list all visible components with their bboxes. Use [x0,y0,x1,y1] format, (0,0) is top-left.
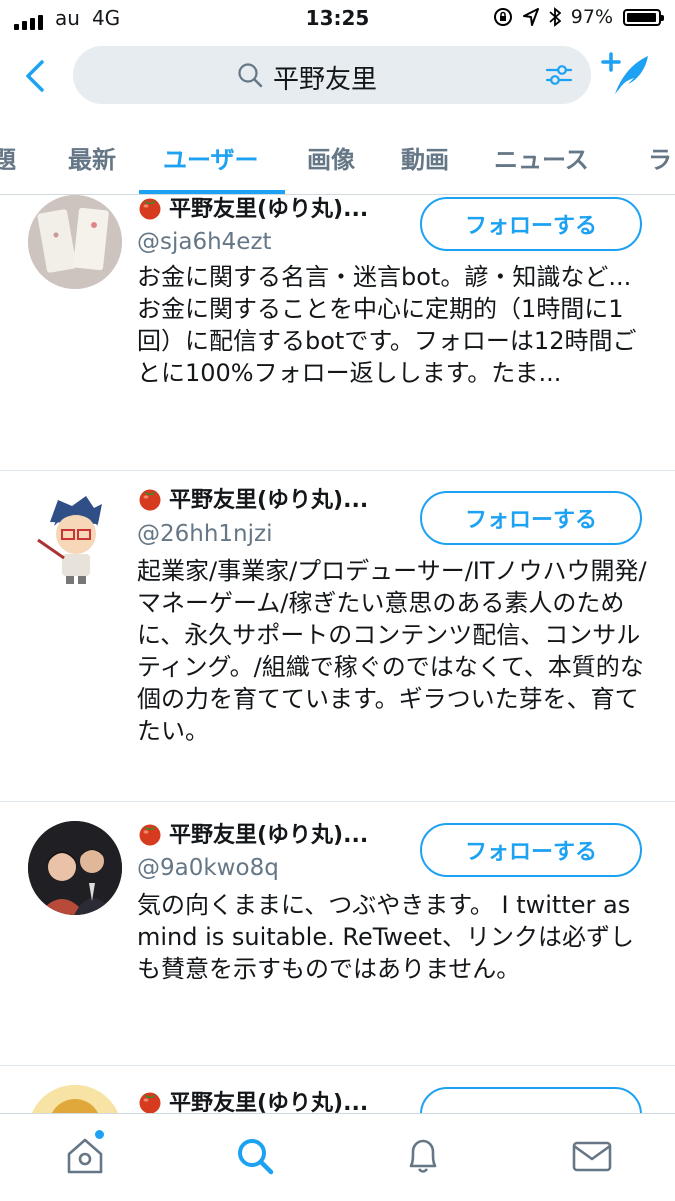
follow-button[interactable]: フォローする [420,197,642,251]
user-result-row[interactable]: 平野友里(ゆり丸)... @9a0kwo8q フォローする 気の向くままに、つぶ… [0,801,675,1066]
follow-button[interactable]: フォローする [420,823,642,877]
battery-percent: 97% [570,6,613,28]
avatar[interactable] [28,195,122,289]
user-display-name: 平野友里(ゆり丸)... [169,488,369,513]
tab-news[interactable]: ニュース [494,140,589,175]
tomato-emoji-icon [139,198,161,220]
user-handle: @sja6h4ezt [137,229,272,255]
avatar-image [37,496,102,584]
search-icon [238,1139,274,1175]
avatar[interactable] [28,492,122,586]
compose-quill-icon [601,52,648,94]
chevron-left-icon [26,60,44,92]
avatar-image [28,1085,122,1113]
search-icon [238,63,263,88]
tab-live[interactable]: ラ [648,140,672,175]
user-display-name: 平野友里(ゆり丸)... [169,1091,369,1113]
search-tab[interactable] [233,1134,277,1178]
tomato-emoji-icon [139,824,161,846]
tab-videos[interactable]: 動画 [401,140,449,175]
follow-button[interactable] [420,1087,642,1113]
search-header: 平野友里 [0,36,675,116]
avatar[interactable] [28,1085,122,1113]
home-icon [67,1138,103,1174]
tab-users[interactable]: ユーザー [163,140,259,175]
bottom-tab-bar [0,1113,675,1201]
tab-latest[interactable]: 最新 [68,140,116,175]
user-result-row[interactable]: 平野友里(ゆり丸)... @26hh1njzi フォローする 起業家/事業家/プ… [0,470,675,802]
active-tab-indicator [139,190,285,194]
back-button[interactable] [18,54,54,98]
avatar-image [28,195,122,289]
bell-icon [409,1139,437,1173]
follow-button[interactable]: フォローする [420,491,642,545]
search-input[interactable]: 平野友里 [73,46,591,104]
search-query[interactable]: 平野友里 [273,59,377,96]
tomato-emoji-icon [139,1092,161,1113]
mail-icon [572,1141,612,1172]
user-handle: @9a0kwo8q [137,855,279,881]
battery-icon [623,8,664,26]
notifications-tab[interactable] [401,1134,445,1178]
user-handle: @26hh1njzi [137,521,273,547]
avatar-image [28,821,122,915]
filter-sliders-icon[interactable] [545,61,573,89]
location-icon [522,8,539,26]
user-result-row[interactable]: 平野友里(ゆり丸)... @sja6h4ezt フォローする お金に関する名言・… [0,195,675,471]
home-tab[interactable] [63,1134,107,1178]
tomato-emoji-icon [139,489,161,511]
user-result-row[interactable]: 平野友里(ゆり丸)... [0,1065,675,1113]
messages-tab[interactable] [570,1134,614,1178]
user-results-list: 平野友里(ゆり丸)... @sja6h4ezt フォローする お金に関する名言・… [0,195,675,1113]
tab-images[interactable]: 画像 [307,140,355,175]
user-display-name: 平野友里(ゆり丸)... [169,823,369,848]
status-bar: au 4G 13:25 97% [0,0,675,36]
user-bio: 気の向くままに、つぶやきます。 I twitter as mind is sui… [137,891,634,983]
rotation-lock-icon [493,8,512,26]
bluetooth-icon [549,7,561,27]
tab-topics[interactable]: 題 [0,140,16,175]
user-bio: お金に関する名言・迷言bot。諺・知識など...お金に関することを中心に定期的（… [137,263,637,387]
user-bio: 起業家/事業家/プロデューサー/ITノウハウ開発/マネーゲーム/稼ぎたい意思のあ… [137,557,647,745]
avatar[interactable] [28,821,122,915]
notification-dot [95,1130,104,1139]
user-display-name: 平野友里(ゆり丸)... [169,197,369,222]
search-tabs: 題 最新 ユーザー 画像 動画 ニュース ラ [0,116,675,195]
compose-tweet-button[interactable] [600,50,652,98]
